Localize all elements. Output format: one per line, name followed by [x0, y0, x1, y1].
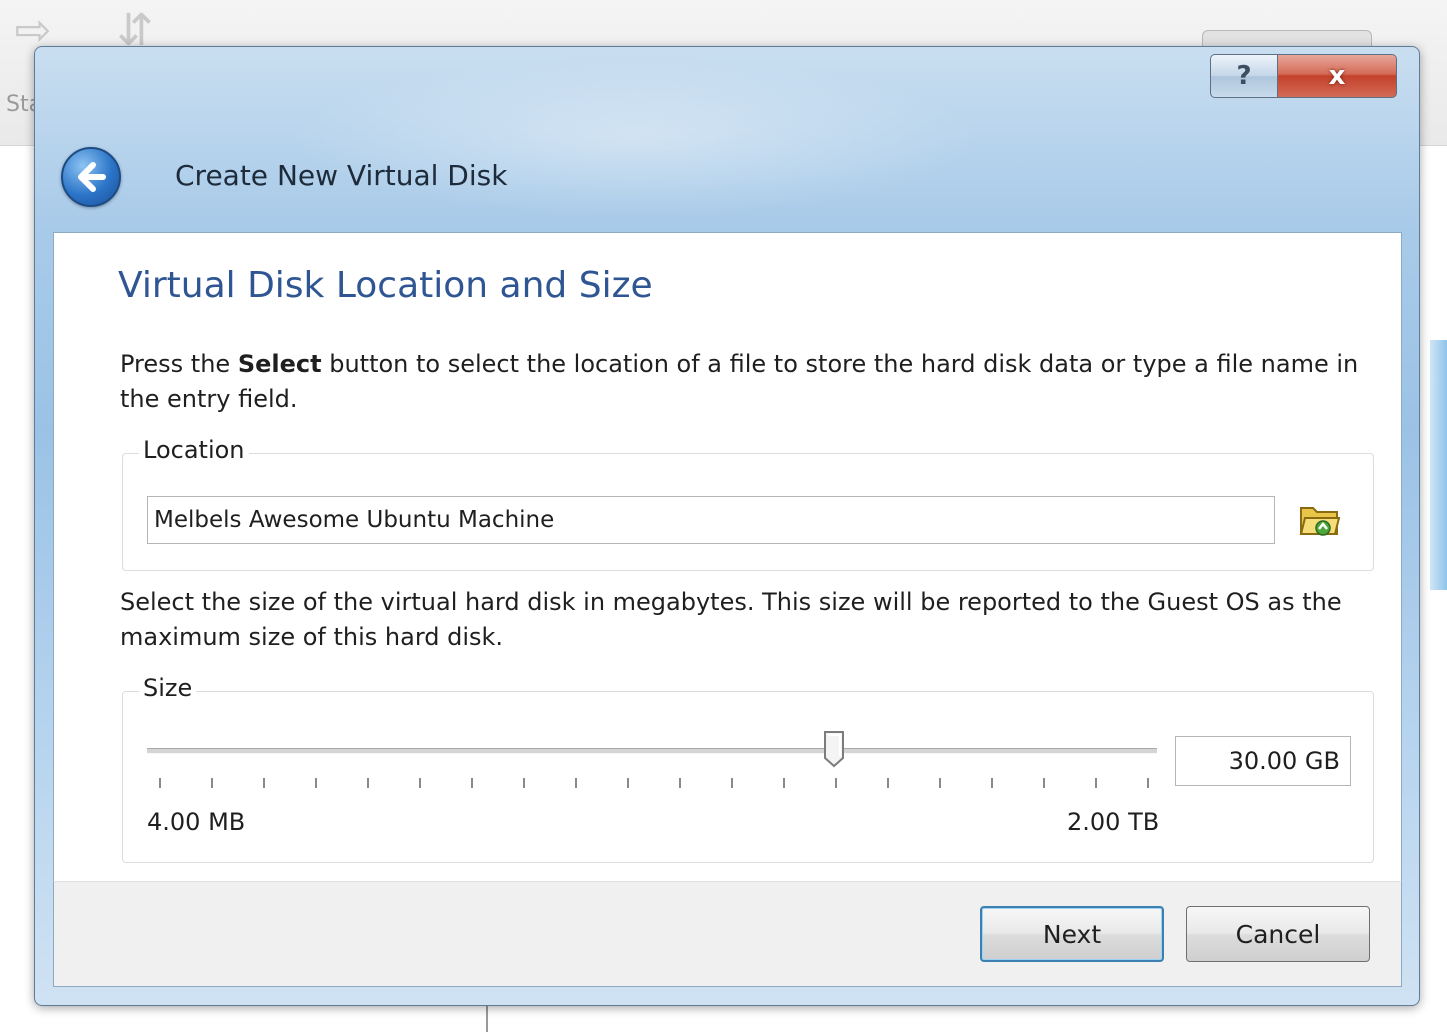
create-virtual-disk-dialog: ? x Create New Virtual Disk Virtual Disk…: [34, 46, 1420, 1006]
size-min-label: 4.00 MB: [147, 808, 246, 836]
location-description: Press the Select button to select the lo…: [120, 350, 1359, 413]
size-max-label: 2.00 TB: [1067, 808, 1160, 836]
slider-tick: [1147, 778, 1149, 788]
size-group-label: Size: [139, 674, 197, 702]
location-group-label: Location: [139, 436, 249, 464]
dialog-footer: Next Cancel: [53, 881, 1402, 987]
size-input[interactable]: [1175, 736, 1351, 786]
slider-tick: [991, 778, 993, 788]
slider-tick: [211, 778, 213, 788]
size-description: Select the size of the virtual hard disk…: [120, 588, 1342, 651]
slider-tick: [367, 778, 369, 788]
size-slider-track[interactable]: [147, 748, 1157, 754]
slider-tick: [731, 778, 733, 788]
window-title: Create New Virtual Disk: [175, 159, 508, 192]
slider-tick: [783, 778, 785, 788]
wizard-page: Virtual Disk Location and Size Press the…: [53, 232, 1402, 882]
slider-tick: [315, 778, 317, 788]
page-title: Virtual Disk Location and Size: [118, 265, 653, 306]
slider-tick: [679, 778, 681, 788]
location-input[interactable]: [147, 496, 1275, 544]
background-divider: [486, 1005, 488, 1032]
slider-tick: [263, 778, 265, 788]
slider-tick: [835, 778, 837, 788]
slider-tick: [1095, 778, 1097, 788]
select-folder-button[interactable]: [1299, 502, 1341, 538]
background-window-edge: [1430, 340, 1447, 590]
next-button[interactable]: Next: [980, 906, 1164, 962]
size-slider-ticks: [159, 778, 1159, 792]
slider-tick: [1043, 778, 1045, 788]
back-button[interactable]: [61, 147, 121, 207]
back-arrow-icon: [78, 162, 106, 192]
slider-tick: [419, 778, 421, 788]
size-slider-thumb[interactable]: [823, 730, 845, 768]
select-keyword: Select: [237, 350, 322, 378]
slider-tick: [887, 778, 889, 788]
folder-open-icon: [1299, 507, 1341, 536]
slider-tick: [159, 778, 161, 788]
slider-tick: [523, 778, 525, 788]
slider-tick: [939, 778, 941, 788]
close-button[interactable]: x: [1278, 54, 1397, 98]
size-group: Size 4.00 MB 2.00 TB: [122, 674, 1374, 863]
slider-tick: [471, 778, 473, 788]
location-group: Location: [122, 436, 1374, 571]
caption-buttons: ? x: [1210, 54, 1397, 98]
cancel-button[interactable]: Cancel: [1186, 906, 1370, 962]
help-button[interactable]: ?: [1210, 54, 1278, 98]
slider-tick: [575, 778, 577, 788]
slider-tick: [627, 778, 629, 788]
